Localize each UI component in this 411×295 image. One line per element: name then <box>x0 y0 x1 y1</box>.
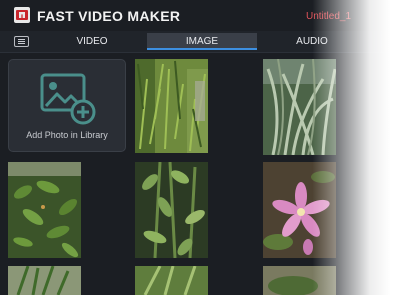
tab-image[interactable]: IMAGE <box>147 33 257 50</box>
add-photo-tile[interactable]: Add Photo in Library <box>8 59 126 152</box>
project-name: Untitled_1 <box>306 11 352 22</box>
photo-thumbnail[interactable] <box>8 266 81 295</box>
photo-thumbnail[interactable] <box>263 59 336 155</box>
photo-stems-leaves <box>135 162 208 258</box>
photo-grass-ground <box>135 59 208 153</box>
hamburger-menu-icon[interactable] <box>14 36 29 47</box>
app-logo-icon <box>14 7 30 23</box>
tab-audio[interactable]: AUDIO <box>276 33 348 50</box>
photo-thumbnail[interactable] <box>8 162 81 258</box>
photo-thumbnail[interactable] <box>263 266 336 295</box>
app-window: FAST VIDEO MAKER Untitled_1 VIDEO IMAGE … <box>0 0 411 295</box>
photo-green-leaves <box>135 266 208 295</box>
photo-pink-lily <box>263 162 336 258</box>
tab-video[interactable]: VIDEO <box>56 33 128 50</box>
photo-thumbnail[interactable] <box>135 59 208 153</box>
photo-thumbnail[interactable] <box>263 162 336 258</box>
photo-leafy-shrub <box>8 162 81 258</box>
photo-bush <box>263 266 336 295</box>
app-title: FAST VIDEO MAKER <box>37 8 181 24</box>
add-photo-icon <box>40 73 96 125</box>
add-photo-label: Add Photo in Library <box>26 130 108 140</box>
photo-thumbnail[interactable] <box>135 266 208 295</box>
photo-spider-plant <box>263 59 336 155</box>
title-bar: FAST VIDEO MAKER Untitled_1 <box>0 0 411 30</box>
tab-bar: VIDEO IMAGE AUDIO <box>0 31 411 53</box>
photo-thumbnail[interactable] <box>135 162 208 258</box>
photo-spiky-plant <box>8 266 81 295</box>
